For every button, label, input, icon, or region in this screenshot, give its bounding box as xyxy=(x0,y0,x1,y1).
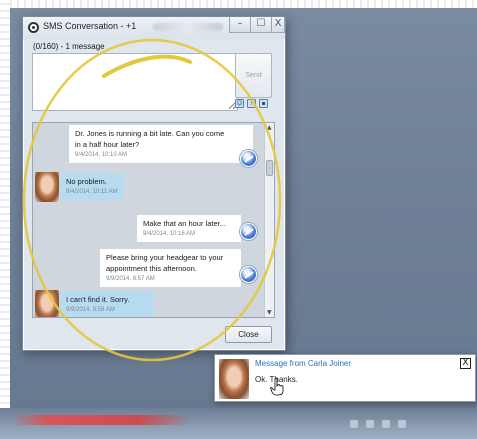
close-window-button[interactable]: X xyxy=(271,17,285,33)
torn-edge-left xyxy=(0,0,10,439)
scroll-down-arrow-icon[interactable]: ▼ xyxy=(267,309,272,316)
message-bubble: Please bring your headgear to your appoi… xyxy=(100,249,241,287)
message-time: 9/9/2014, 8:58 AM xyxy=(66,307,115,313)
tray-icon[interactable] xyxy=(366,420,374,428)
tray-icon[interactable] xyxy=(398,420,406,428)
message-notification[interactable]: Message from Carla Joiner Ok. Thanks. X xyxy=(214,354,476,402)
redacted-phone-number xyxy=(153,23,223,31)
message-bubble: Make that an hour later... 9/4/2014, 10:… xyxy=(137,215,241,242)
patient-avatar xyxy=(35,290,59,317)
message-item: Make that an hour later... 9/4/2014, 10:… xyxy=(137,215,241,242)
sender-avatar xyxy=(219,359,249,399)
practice-logo-icon xyxy=(240,223,257,240)
message-item: Please bring your headgear to your appoi… xyxy=(100,249,241,287)
tray-icon[interactable] xyxy=(350,420,358,428)
practice-logo-icon xyxy=(240,266,257,283)
system-tray xyxy=(350,420,406,428)
patient-avatar xyxy=(35,172,59,202)
send-button[interactable]: Send xyxy=(235,53,272,98)
tray-icon[interactable] xyxy=(382,420,390,428)
message-input[interactable] xyxy=(32,53,238,111)
window-title: SMS Conversation - +1 xyxy=(43,21,137,31)
message-text: Dr. Jones is running a bit late. Can you… xyxy=(75,129,225,138)
scroll-thumb[interactable] xyxy=(266,160,273,176)
save-icon[interactable]: ▪ xyxy=(259,99,268,108)
message-item: I can't find it. Sorry. 9/9/2014, 8:58 A… xyxy=(60,291,154,317)
hand-cursor-icon xyxy=(270,378,284,396)
practice-logo-icon xyxy=(240,150,257,167)
message-item: Dr. Jones is running a bit late. Can you… xyxy=(69,125,253,163)
title-bar[interactable]: SMS Conversation - +1 – ☐ X xyxy=(23,17,285,39)
sms-conversation-window: SMS Conversation - +1 – ☐ X (0/160) - 1 … xyxy=(22,16,286,351)
message-text: I can't find it. Sorry. xyxy=(66,295,130,304)
message-text: appointment this afternoon. xyxy=(106,264,197,273)
compose-toolbar: ☺ ? ▪ xyxy=(235,99,268,108)
maximize-button[interactable]: ☐ xyxy=(250,17,272,33)
torn-edge-top xyxy=(0,0,477,8)
help-icon[interactable]: ? xyxy=(247,99,256,108)
message-time: 9/4/2014, 10:10 AM xyxy=(75,152,128,158)
close-button[interactable]: Close xyxy=(225,326,272,343)
notification-close-button[interactable]: X xyxy=(460,358,471,369)
character-counter: (0/160) - 1 message xyxy=(33,42,105,51)
message-item: No problem. 9/4/2014, 10:11 AM xyxy=(60,173,124,200)
message-text: Please bring your headgear to your xyxy=(106,253,224,262)
message-bubble: No problem. 9/4/2014, 10:11 AM xyxy=(60,173,124,200)
message-text: No problem. xyxy=(66,177,107,186)
conversation-list[interactable]: Dr. Jones is running a bit late. Can you… xyxy=(32,122,275,318)
app-icon xyxy=(28,22,39,33)
message-bubble: I can't find it. Sorry. 9/9/2014, 8:58 A… xyxy=(60,291,154,317)
minimize-button[interactable]: – xyxy=(229,17,251,33)
message-bubble: Dr. Jones is running a bit late. Can you… xyxy=(69,125,253,163)
message-time: 9/4/2014, 10:16 AM xyxy=(143,231,196,237)
scroll-up-arrow-icon[interactable]: ▲ xyxy=(267,124,272,131)
conversation-scrollbar[interactable]: ▲ ▼ xyxy=(264,123,274,317)
notification-title[interactable]: Message from Carla Joiner xyxy=(255,359,351,368)
taskbar-highlight xyxy=(12,415,192,425)
message-time: 9/9/2014, 8:57 AM xyxy=(106,276,155,282)
message-text: Make that an hour later... xyxy=(143,219,226,228)
message-time: 9/4/2014, 10:11 AM xyxy=(66,189,118,195)
message-text: in a half hour later? xyxy=(75,140,140,149)
emoticon-icon[interactable]: ☺ xyxy=(235,99,244,108)
